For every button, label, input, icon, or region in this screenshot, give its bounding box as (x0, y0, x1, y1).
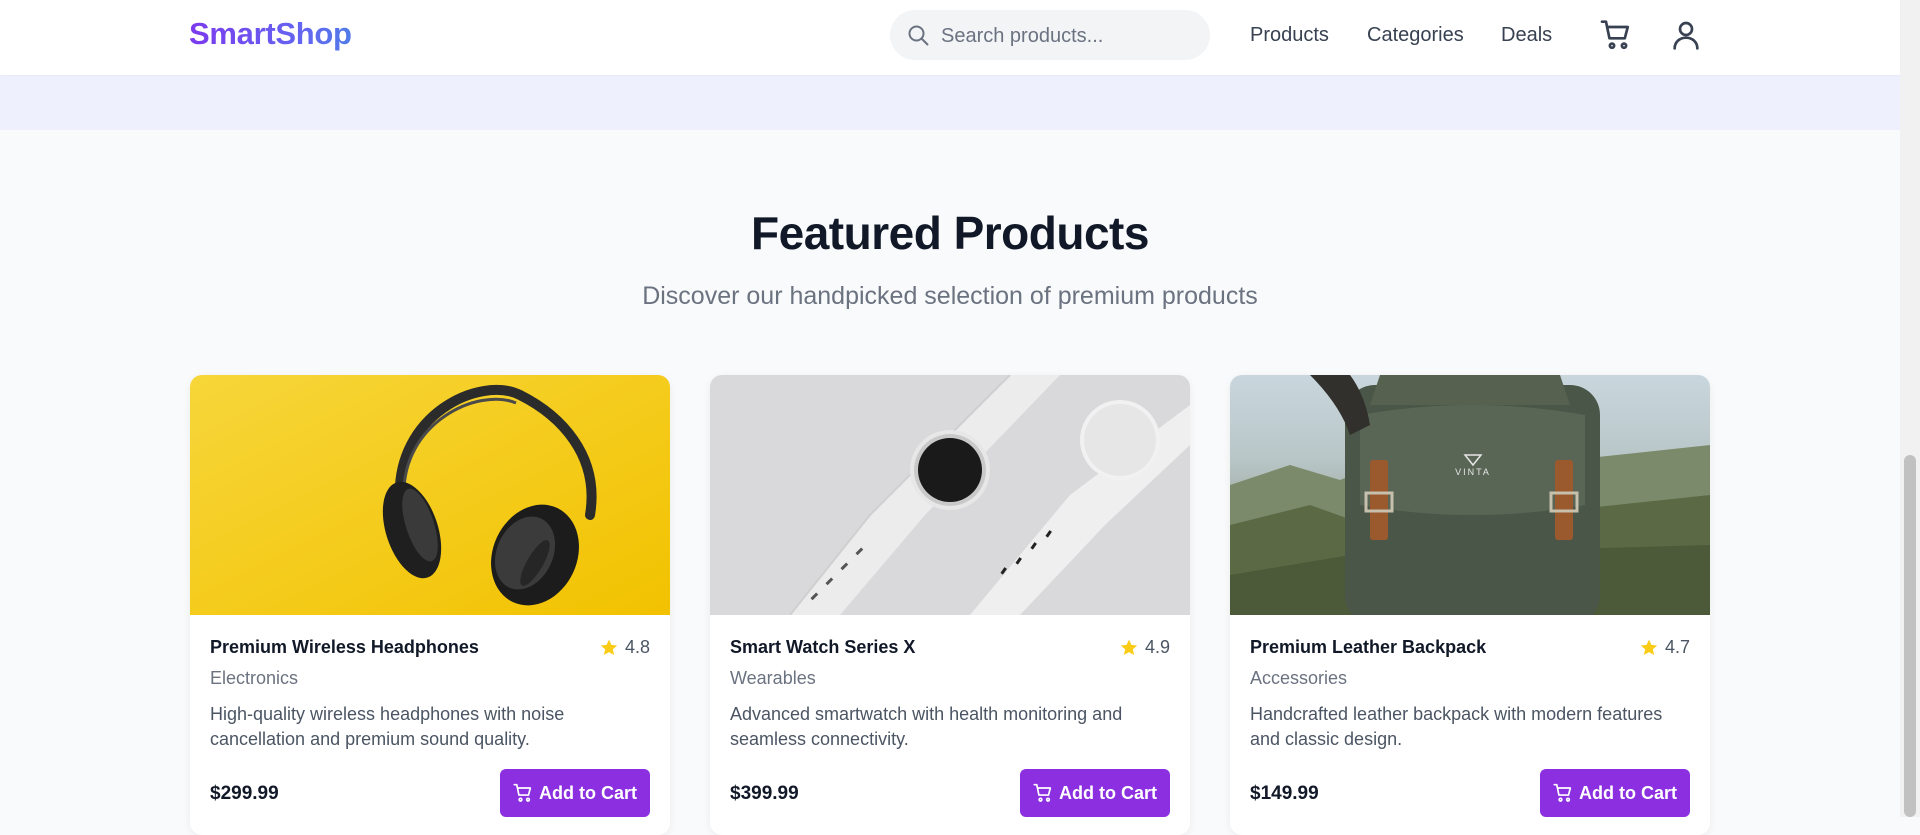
product-price: $399.99 (730, 783, 799, 804)
nav-link-deals[interactable]: Deals (1501, 24, 1552, 47)
cart-icon (1553, 783, 1572, 802)
nav-link-products[interactable]: Products (1250, 24, 1329, 47)
product-price: $149.99 (1250, 783, 1319, 804)
cart-button[interactable] (1600, 19, 1632, 51)
product-card[interactable]: Premium Wireless Headphones 4.8 Electron… (190, 375, 670, 835)
cart-icon (1033, 783, 1052, 802)
star-icon (1640, 639, 1658, 655)
cart-icon (513, 783, 532, 802)
rating-value: 4.7 (1664, 637, 1690, 657)
product-card[interactable]: Smart Watch Series X 4.9 Wearables Advan… (710, 375, 1190, 835)
product-name[interactable]: Premium Leather Backpack (1250, 637, 1486, 658)
hero-section-bottom (0, 75, 1900, 130)
logo[interactable]: SmartShop (189, 16, 352, 52)
product-category: Wearables (730, 668, 816, 688)
page-scrollbar[interactable] (1900, 0, 1920, 817)
product-rating: 4.7 (1639, 637, 1690, 658)
product-name[interactable]: Premium Wireless Headphones (210, 637, 479, 658)
product-image-backpack[interactable]: VINTA (1230, 375, 1710, 615)
scrollbar-thumb[interactable] (1904, 455, 1916, 817)
product-description: Handcrafted leather backpack with modern… (1250, 704, 1663, 749)
product-name[interactable]: Smart Watch Series X (730, 637, 915, 658)
product-image-headphones[interactable] (190, 375, 670, 615)
search-bar[interactable] (890, 10, 1210, 62)
product-image-smartwatch[interactable] (710, 375, 1190, 615)
add-to-cart-label: Add to Cart (539, 782, 637, 803)
add-to-cart-label: Add to Cart (1579, 782, 1677, 803)
add-to-cart-button[interactable]: Add to Cart (1020, 769, 1170, 817)
star-icon (1120, 639, 1138, 655)
cart-icon (1600, 20, 1630, 50)
search-input[interactable] (939, 10, 1198, 62)
product-price: $299.99 (210, 783, 279, 804)
add-to-cart-button[interactable]: Add to Cart (500, 769, 650, 817)
product-category: Electronics (210, 668, 299, 688)
backpack-brand-logo: VINTA (1455, 467, 1491, 477)
product-rating: 4.8 (599, 637, 650, 658)
nav-link-categories[interactable]: Categories (1367, 24, 1464, 47)
product-category: Accessories (1250, 668, 1348, 688)
rating-value: 4.8 (624, 637, 650, 657)
product-rating: 4.9 (1119, 637, 1170, 658)
section-title: Featured Products (751, 207, 1149, 259)
section-subtitle: Discover our handpicked selection of pre… (642, 282, 1258, 310)
product-description: High-quality wireless headphones with no… (210, 704, 565, 749)
site-header: SmartShop Products Categories Deals (0, 0, 1900, 75)
star-icon (600, 639, 618, 655)
account-button[interactable] (1670, 19, 1702, 51)
add-to-cart-button[interactable]: Add to Cart (1540, 769, 1690, 817)
search-icon (908, 25, 929, 46)
user-icon (1673, 21, 1699, 50)
rating-value: 4.9 (1144, 637, 1170, 657)
product-description: Advanced smartwatch with health monitori… (730, 704, 1123, 749)
add-to-cart-label: Add to Cart (1059, 782, 1157, 803)
product-card[interactable]: VINTA Premium Leather Backpack 4.7 Acces… (1230, 375, 1710, 835)
